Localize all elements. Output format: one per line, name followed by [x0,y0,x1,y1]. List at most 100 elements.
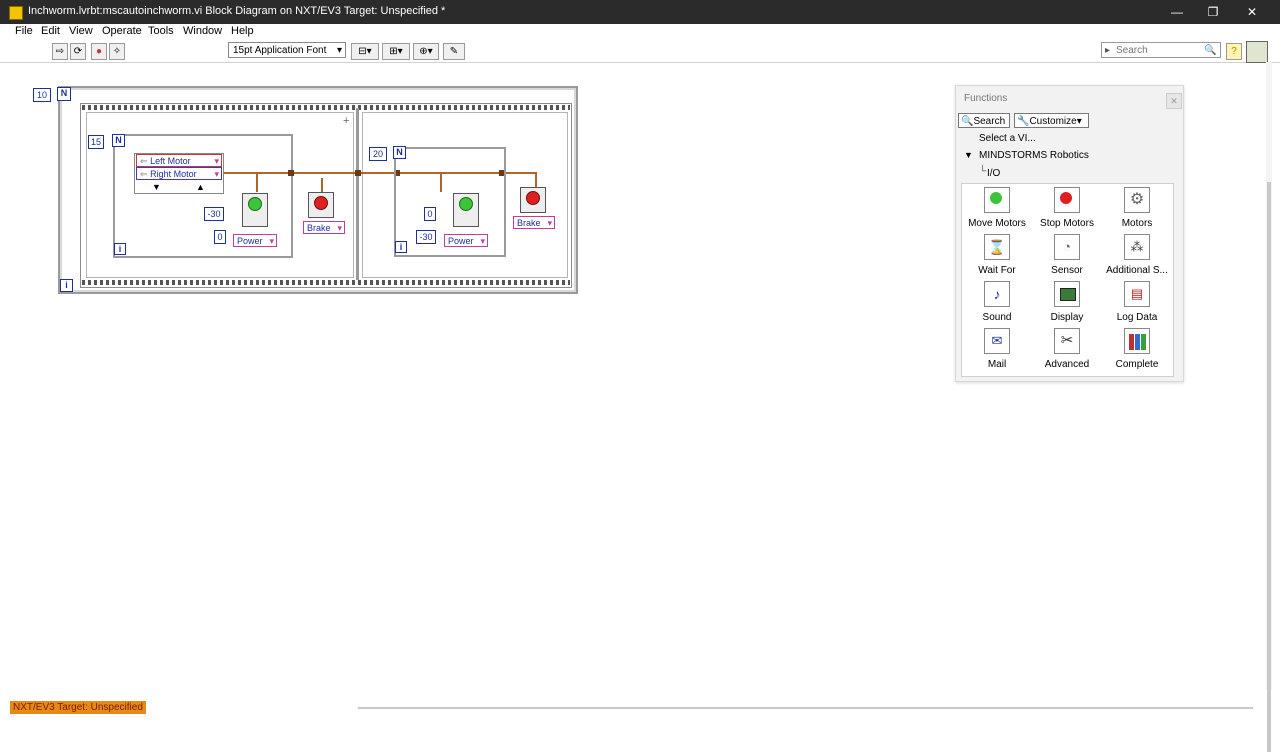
menu-view[interactable]: View [69,25,93,37]
loop1-count-constant[interactable]: 15 [88,135,104,149]
loop2-steering-constant[interactable]: -30 [416,230,436,244]
palette-item-label: Sensor [1051,265,1083,276]
sensor-icon[interactable]: ◔ [1054,234,1080,260]
stop-motors-node-2[interactable] [520,187,546,213]
palette-category[interactable]: MINDSTORMS Robotics [979,150,1089,161]
help-icon[interactable]: ? [1226,43,1242,60]
left-motor-label: Left Motor [150,156,191,166]
left-motor-enum[interactable]: ⇐ Left Motor ▾ [136,154,222,167]
reorder-icon[interactable]: ⊕▾ [413,43,439,60]
tree-branch-icon: └ [979,166,987,177]
menu-edit[interactable]: Edit [41,25,60,37]
target-status-badge[interactable]: NXT/EV3 Target: Unspecified [10,701,146,714]
sound-note-icon[interactable]: ♪ [984,281,1010,307]
palette-title: Functions [964,93,1008,104]
move-motors-icon[interactable] [984,187,1010,213]
loop1-i-terminal: i [114,243,126,255]
palette-subcategory[interactable]: I/O [987,168,1000,179]
loop2-count-constant[interactable]: 20 [369,147,387,161]
horizontal-scroll-thumb[interactable] [358,707,1253,709]
chevron-down-icon: ▾ [547,218,552,228]
close-button[interactable]: ✕ [1241,3,1263,21]
additional-sensors-icon[interactable]: ⁂ [1124,234,1150,260]
search-icon: 🔍 [1204,45,1217,56]
array-expand-icon[interactable]: ▲ [196,182,205,192]
search-dropdown-icon: ▸ [1105,45,1111,56]
hourglass-icon[interactable]: ⌛ [984,234,1010,260]
books-icon[interactable] [1124,328,1150,354]
loop1-steering-constant[interactable]: 0 [214,230,226,244]
minimize-button[interactable]: — [1166,3,1188,21]
palette-item-label: Wait For [978,265,1016,276]
run-arrow-icon[interactable]: ⇨ [52,43,68,60]
palette-search-button[interactable]: 🔍Search [958,113,1010,128]
palette-item-label: Log Data [1116,312,1158,323]
go-light-icon [248,197,262,211]
wrench-icon: 🔧 [1017,116,1030,127]
font-selector[interactable]: 15pt Application Font ▾ [228,42,346,58]
highlight-execution-icon[interactable]: ✧ [109,43,125,60]
sequence-frame-divider [356,108,359,280]
outer-loop-count-constant[interactable]: 10 [33,88,51,102]
brake-mode-enum-1[interactable]: Brake ▾ [303,221,345,234]
search-placeholder: Search [1116,45,1148,56]
palette-item-label: Advanced [1044,359,1090,370]
horizontal-scrollbar[interactable] [10,706,1266,712]
palette-item-label: Complete [1115,359,1159,370]
distribute-objects-icon[interactable]: ⊞▾ [382,43,410,60]
display-icon[interactable] [1054,281,1080,307]
power-mode-enum-1[interactable]: Power ▾ [233,234,277,247]
palette-customize-button[interactable]: 🔧Customize▾ [1014,113,1089,128]
outer-loop-i-terminal: i [60,279,73,292]
palette-close-icon[interactable]: ✕ [1166,93,1182,109]
functions-palette[interactable]: Functions ✕ 🔍Search 🔧Customize▾ Select a… [955,85,1184,382]
loop2-speed-constant[interactable]: 0 [424,207,436,221]
move-motors-node-2[interactable] [453,193,479,227]
cleanup-diagram-icon[interactable]: ✎ [443,43,465,60]
stop-motors-icon[interactable] [1054,187,1080,213]
motors-gear-icon[interactable]: ⚙ [1124,187,1150,213]
right-motor-enum[interactable]: ⇐ Right Motor ▾ [136,167,222,180]
power-mode-enum-2[interactable]: Power ▾ [444,234,488,247]
menu-tools[interactable]: Tools [148,25,174,37]
log-data-icon[interactable]: ▤ [1124,281,1150,307]
vertical-scroll-thumb[interactable] [1267,182,1271,752]
tools-icon[interactable]: ✂ [1054,328,1080,354]
search-icon: 🔍 [961,116,974,127]
align-objects-icon[interactable]: ⊟▾ [351,43,379,60]
run-continuously-icon[interactable]: ⟳ [70,43,86,60]
chevron-down-icon: ▾ [214,156,219,166]
array-shrink-icon[interactable]: ▼ [152,182,161,192]
window-title: Inchworm.lvrbt:mscautoinchworm.vi Block … [28,5,446,17]
menu-window[interactable]: Window [183,25,222,37]
motor-wire-drop-2 [535,172,537,188]
vertical-scrollbar[interactable] [1266,62,1272,752]
menu-file[interactable]: File [15,25,33,37]
palette-select-vi[interactable]: Select a VI... [979,133,1036,144]
loop1-speed-constant[interactable]: -30 [204,207,224,221]
menu-help[interactable]: Help [231,25,254,37]
menu-operate[interactable]: Operate [102,25,142,37]
vi-icon[interactable] [1246,41,1268,63]
menu-bar: File Edit View Operate Tools Window Help [0,24,1280,40]
chevron-down-icon: ▾ [336,45,342,56]
outer-loop-n-terminal: N [57,87,71,101]
search-input[interactable]: ▸ Search 🔍 [1101,42,1221,58]
stop-motors-node-1[interactable] [308,192,334,218]
palette-item-label: Move Motors [968,218,1026,229]
abort-icon[interactable]: ● [91,43,107,60]
restore-button[interactable]: ❐ [1202,3,1224,21]
motor-plug-icon: ⇐ [140,156,148,166]
collapse-triangle-icon[interactable]: ▼ [964,150,973,160]
palette-item-label: Display [1050,312,1084,323]
sequence-film-top [82,105,570,110]
brake-mode-enum-2[interactable]: Brake ▾ [513,216,555,229]
chevron-down-icon: ▾ [480,236,485,246]
go-light-icon [459,197,473,211]
palette-item-label: Motors [1121,218,1153,229]
chevron-down-icon: ▾ [337,223,342,233]
brake-wire-drop-1 [321,178,323,192]
palette-item-label: Mail [987,359,1007,370]
move-motors-node-1[interactable] [242,193,268,227]
mail-icon[interactable]: ✉ [984,328,1010,354]
